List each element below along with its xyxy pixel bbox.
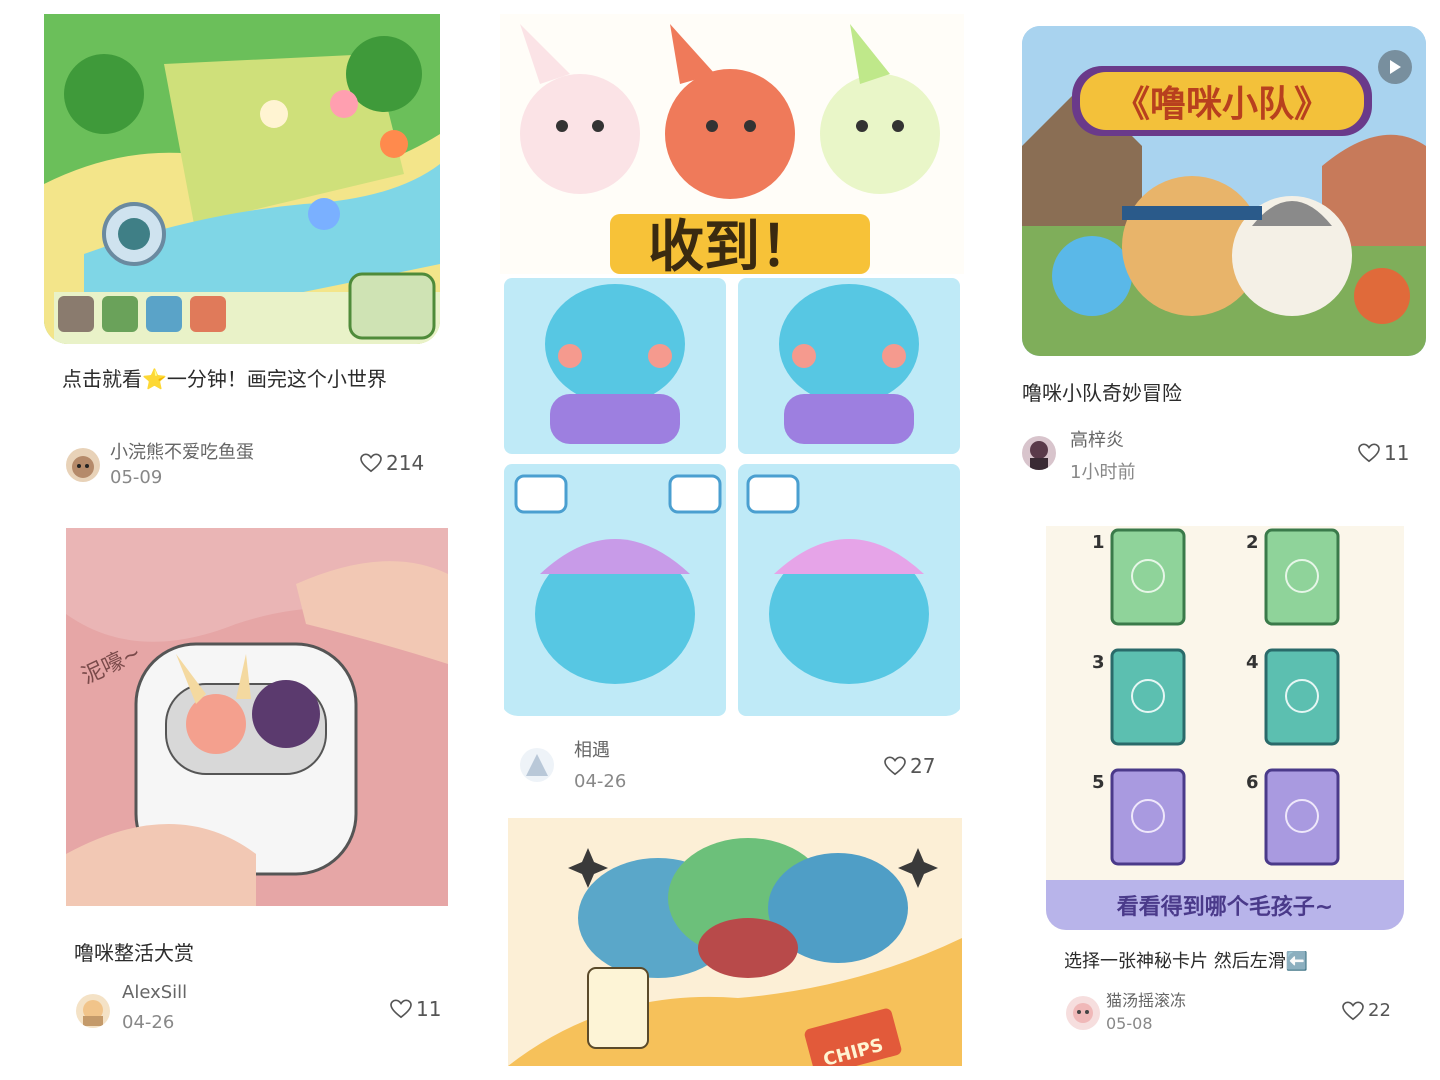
card-image[interactable]: 泥嚎~ (56, 524, 456, 914)
like-count: 214 (386, 451, 425, 475)
card-image[interactable] (44, 14, 440, 344)
card-title[interactable]: 点击就看⭐一分钟！画完这个小世界 (62, 364, 422, 395)
heart-icon (884, 756, 906, 776)
illustration-frogs: CHIPS (508, 818, 962, 1066)
like-button[interactable]: 11 (390, 997, 441, 1021)
card-number: 1 (1092, 532, 1105, 553)
play-icon[interactable] (1378, 50, 1412, 84)
heart-icon (360, 453, 382, 473)
card-title[interactable]: 噜咪小队奇妙冒险 (1022, 378, 1402, 409)
card-number: 4 (1246, 652, 1259, 673)
image-text: 收到！ (648, 215, 816, 280)
heart-icon (1358, 443, 1380, 463)
card-image[interactable]: 《噜咪小队》 (1022, 26, 1426, 356)
card-image[interactable]: 1 2 3 4 5 6 看看得到哪个毛孩子~ (1046, 526, 1404, 930)
card-4 (1264, 648, 1340, 746)
post-date: 04-26 (122, 1012, 175, 1033)
like-count: 11 (416, 997, 442, 1021)
like-button[interactable]: 27 (884, 754, 935, 778)
like-button[interactable]: 11 (1358, 441, 1409, 465)
card-title[interactable]: 噜咪整活大赏 (74, 938, 434, 969)
image-text: 看看得到哪个毛孩子~ (1117, 894, 1333, 920)
image-text: 《噜咪小队》 (1114, 84, 1330, 125)
like-count: 11 (1384, 441, 1410, 465)
author-name[interactable]: 猫汤摇滚冻 (1106, 987, 1186, 1011)
card-number: 2 (1246, 532, 1259, 553)
author-name[interactable]: 相遇 (574, 736, 610, 762)
author-name[interactable]: AlexSill (122, 982, 187, 1003)
like-count: 22 (1368, 1000, 1391, 1021)
avatar[interactable] (520, 748, 554, 782)
post-date: 04-26 (574, 771, 627, 792)
heart-icon (390, 999, 412, 1019)
card-2 (1264, 528, 1340, 626)
card-1 (1110, 528, 1186, 626)
like-button[interactable]: 22 (1342, 1000, 1391, 1021)
card-number: 3 (1092, 652, 1105, 673)
card-title[interactable]: 选择一张神秘卡片 然后左滑⬅️ (1064, 946, 1404, 977)
illustration-lumi-squad: 《噜咪小队》 (1022, 26, 1426, 356)
illustration-earbuds: 泥嚎~ (66, 528, 448, 906)
avatar[interactable] (1022, 436, 1056, 470)
avatar[interactable] (76, 994, 110, 1028)
illustration-stickers: 收到！ (500, 14, 964, 716)
illustration-island (44, 14, 440, 344)
author-name[interactable]: 小浣熊不爱吃鱼蛋 (110, 438, 254, 464)
avatar[interactable] (1066, 996, 1100, 1030)
author-name[interactable]: 高梓炎 (1070, 426, 1124, 452)
illustration-tarot-cards: 1 2 3 4 5 6 看看得到哪个毛孩子~ (1046, 526, 1404, 930)
card-image[interactable]: 收到！ (500, 14, 964, 716)
like-count: 27 (910, 754, 936, 778)
card-6 (1264, 768, 1340, 866)
like-button[interactable]: 214 (360, 451, 424, 475)
post-date: 05-08 (1106, 1014, 1153, 1033)
post-date: 05-09 (110, 467, 163, 488)
avatar[interactable] (66, 448, 100, 482)
card-5 (1110, 768, 1186, 866)
card-image[interactable]: CHIPS (508, 818, 962, 1066)
card-3 (1110, 648, 1186, 746)
heart-icon (1342, 1001, 1364, 1020)
card-number: 5 (1092, 772, 1105, 793)
card-number: 6 (1246, 772, 1259, 793)
post-date: 1小时前 (1070, 462, 1136, 483)
